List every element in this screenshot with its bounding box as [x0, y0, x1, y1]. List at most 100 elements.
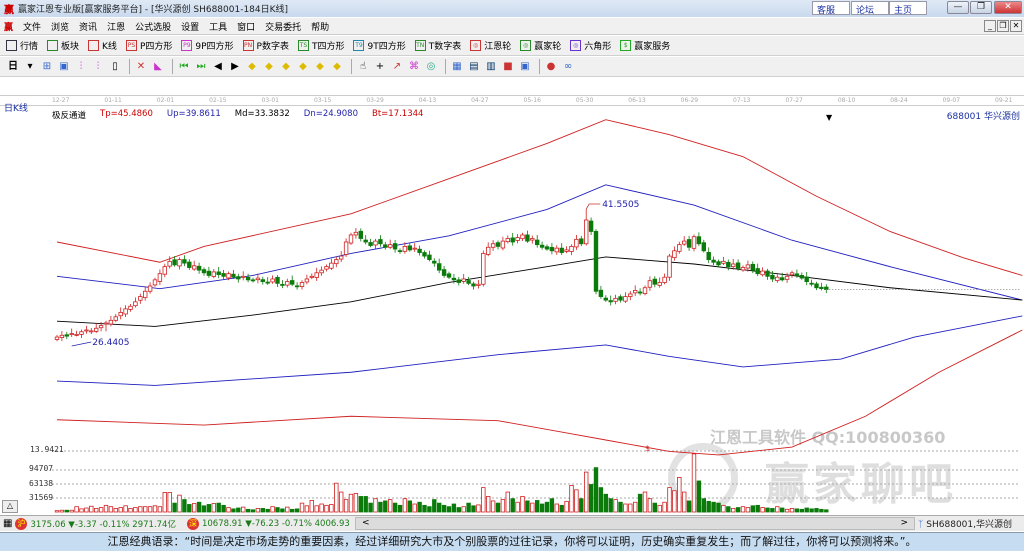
shanghai-index-quote[interactable]: 3175.06 ▼-3.37 -0.11% 2971.74亿: [30, 518, 176, 530]
volume-bar: [662, 501, 667, 513]
volume-bar: [94, 508, 99, 513]
volume-bar: [672, 490, 677, 513]
volume-bar: [799, 508, 804, 513]
volume-axis-label: 31569: [29, 493, 54, 502]
candle-body: [412, 247, 417, 250]
candle-body: [138, 296, 143, 301]
volume-bar: [716, 502, 721, 513]
volume-bar: [794, 508, 800, 513]
volume-bar: [74, 506, 79, 513]
gann-quote-ticker: 江恩经典语录：“时间是决定市场走势的重要因素，经过详细研究大市及个别股票的过往记…: [0, 532, 1024, 551]
volume-bar: [530, 502, 535, 513]
volume-bar: [285, 506, 290, 513]
volume-bar: [79, 508, 84, 513]
candle-body: [716, 261, 721, 266]
volume-bar: [603, 493, 608, 513]
shenzhen-index-quote[interactable]: 10678.91 ▼-76.23 -0.71% 4006.93: [202, 519, 350, 529]
status-scrollbar[interactable]: < >: [355, 517, 915, 530]
candle-body: [598, 289, 604, 297]
candle-body: [417, 248, 422, 253]
candle-body: [353, 231, 359, 236]
candle-body: [162, 266, 167, 275]
volume-bar: [711, 501, 716, 513]
volume-bar: [69, 509, 74, 513]
volume-bar: [422, 504, 427, 513]
volume-bar: [657, 504, 662, 513]
volume-bar: [387, 499, 393, 513]
volume-bar: [819, 508, 824, 513]
volume-bar: [397, 504, 403, 513]
volume-bar: [628, 503, 633, 513]
candle-body: [191, 265, 197, 270]
candle-body: [520, 234, 525, 240]
volume-bar: [138, 506, 143, 513]
candle-body: [490, 243, 496, 248]
candle-body: [152, 279, 158, 286]
candle-body: [495, 242, 501, 247]
volume-bar: [182, 499, 187, 513]
candle-body: [564, 249, 569, 252]
candle-body: [432, 260, 437, 264]
candle-body: [642, 287, 648, 294]
volume-bar: [804, 507, 809, 513]
candle-body: [745, 264, 751, 269]
candle-body: [231, 273, 236, 278]
candle-body: [530, 238, 535, 241]
kline-chart[interactable]: 41.5505 26.4405 $: [0, 0, 1024, 514]
candle-body: [760, 270, 765, 276]
volume-bar: [726, 506, 731, 513]
candle-body: [794, 273, 800, 276]
candle-body: [334, 259, 339, 265]
volume-bar: [814, 508, 819, 513]
candle-body: [525, 234, 530, 242]
shenzhen-index-icon: 深: [186, 517, 199, 530]
volume-bar: [608, 498, 613, 513]
volume-bar: [108, 506, 114, 513]
scroll-left-button[interactable]: <: [362, 518, 370, 528]
candle-body: [515, 237, 520, 241]
volume-bar: [456, 507, 461, 513]
volume-bar: [113, 508, 118, 513]
volume-bar: [784, 508, 790, 513]
candle-body: [711, 259, 716, 263]
candle-body: [324, 266, 329, 270]
candle-body: [206, 270, 212, 276]
expand-panel-button[interactable]: △: [2, 500, 18, 513]
candle-body: [98, 325, 104, 329]
candle-body: [579, 238, 584, 245]
volume-bar: [255, 508, 261, 513]
scroll-right-button[interactable]: >: [900, 518, 908, 528]
candle-body: [387, 244, 393, 248]
candle-body: [588, 220, 594, 232]
candle-body: [500, 240, 506, 249]
volume-bar: [485, 496, 491, 513]
candle-body: [142, 290, 148, 299]
candle-body: [319, 269, 324, 274]
volume-bar: [701, 498, 706, 513]
volume-bar: [584, 471, 589, 513]
volume-bar: [358, 496, 363, 513]
volume-bar: [535, 500, 540, 513]
volume-bar: [686, 500, 692, 513]
volume-bar: [647, 498, 653, 513]
candle-body: [544, 246, 550, 250]
volume-bar: [319, 503, 324, 513]
current-stock-label: SH688001,华兴源创: [926, 520, 1012, 530]
volume-bar: [735, 507, 741, 513]
candle-body: [535, 239, 540, 246]
volume-bar: [745, 507, 751, 513]
candle-body: [383, 244, 388, 248]
volume-axis-label: 63138: [29, 479, 54, 488]
volume-bar: [432, 499, 437, 513]
calculator-icon[interactable]: ▦: [3, 518, 12, 529]
volume-bar: [191, 503, 197, 513]
volume-bar: [177, 494, 182, 513]
candle-body: [358, 230, 363, 239]
candle-body: [402, 245, 408, 252]
candle-body: [289, 280, 295, 285]
volume-bar: [289, 508, 295, 513]
candle-body: [94, 327, 99, 332]
candle-body: [461, 278, 466, 282]
volume-bar: [123, 505, 128, 513]
volume-bar: [642, 491, 648, 513]
